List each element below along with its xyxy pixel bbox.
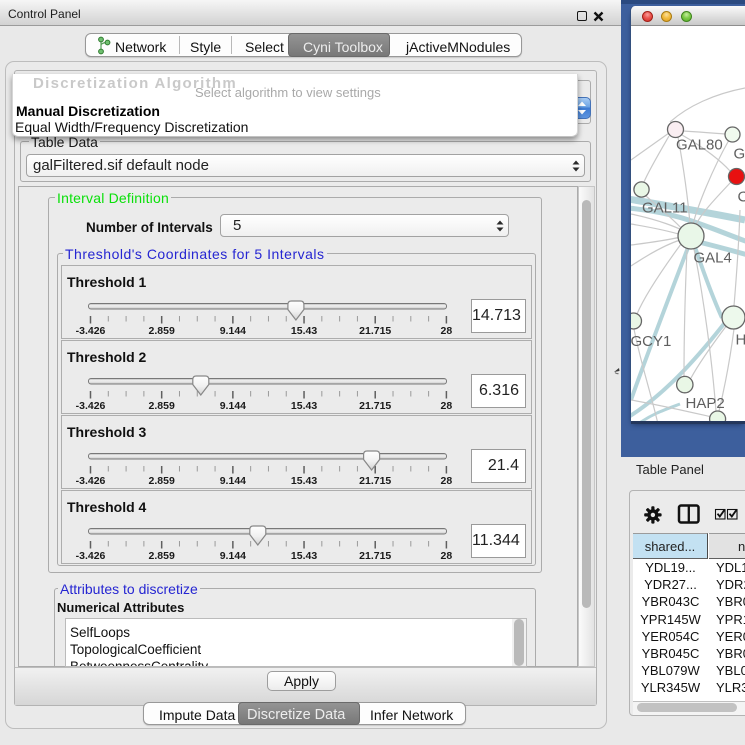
svg-text:C: C <box>738 189 745 206</box>
svg-text:GAL80: GAL80 <box>676 137 723 154</box>
svg-text:HAP2: HAP2 <box>686 395 725 412</box>
svg-text:H: H <box>736 332 745 349</box>
svg-text:GA: GA <box>734 146 745 163</box>
svg-text:GCY1: GCY1 <box>631 333 671 350</box>
svg-text:GAL4: GAL4 <box>694 250 732 267</box>
svg-text:GAL11: GAL11 <box>642 200 688 217</box>
